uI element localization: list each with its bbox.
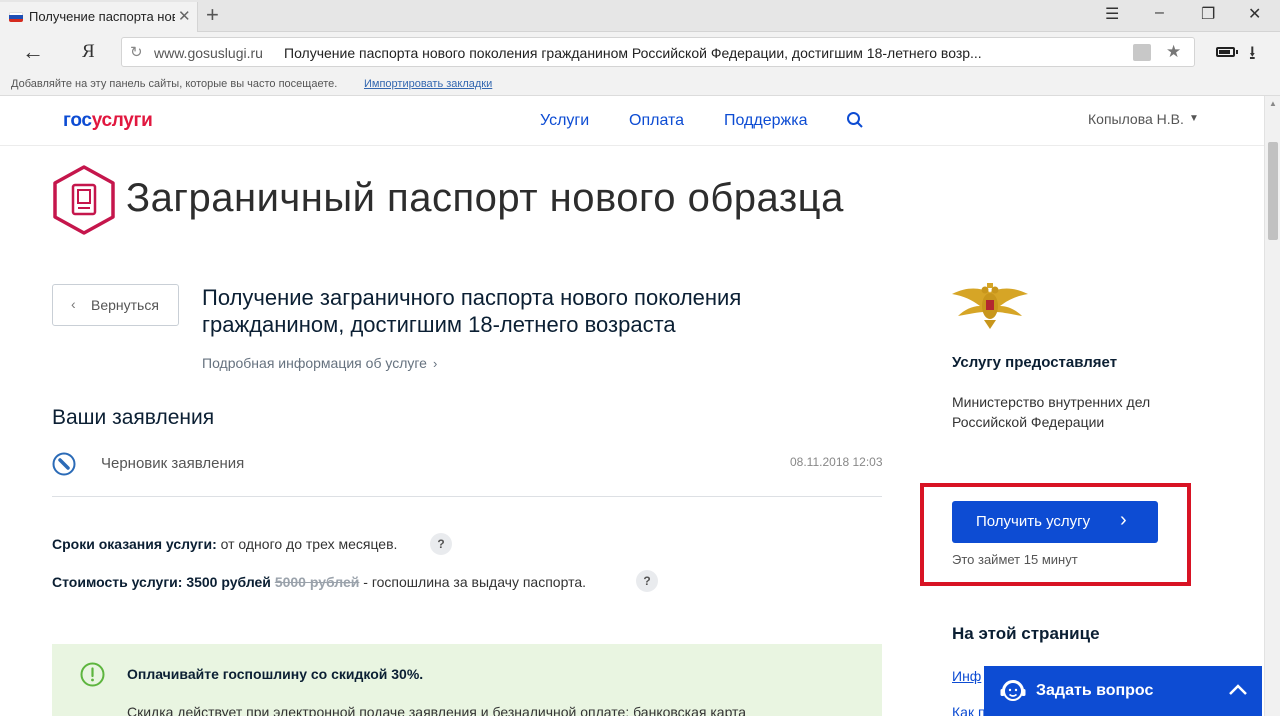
tab-title: Получение паспорта нового поколения <box>29 9 175 24</box>
on-page-link-info[interactable]: Инф <box>952 668 981 684</box>
discount-title: Оплачивайте госпошлину со скидкой 30%. <box>127 666 424 682</box>
exclamation-icon <box>80 662 105 687</box>
chevron-right-icon: › <box>1120 509 1127 531</box>
search-icon[interactable] <box>846 111 864 129</box>
site-header: госуслуги Услуги Оплата Поддержка Копыло… <box>0 96 1264 146</box>
more-info-link[interactable]: Подробная информация об услуге › <box>202 355 437 371</box>
provider-heading: Услугу предоставляет <box>952 354 1118 371</box>
new-tab-button[interactable]: + <box>206 2 219 28</box>
user-menu[interactable]: Копылова Н.В. <box>1088 111 1184 127</box>
bookmarks-bar: Добавляйте на эту панель сайты, которые … <box>0 72 1280 96</box>
duration-note: Это займет 15 минут <box>952 552 1078 567</box>
cost-label: Стоимость услуги: <box>52 574 183 590</box>
url-field[interactable]: ↻ www.gosuslugi.ru Получение паспорта но… <box>121 37 1195 67</box>
download-icon[interactable]: ⭳ <box>1249 39 1256 71</box>
mvd-emblem-icon <box>952 283 1028 329</box>
scrollbar[interactable]: ▲ <box>1264 96 1280 716</box>
bookmarks-hint: Добавляйте на эту панель сайты, которые … <box>11 78 338 90</box>
on-page-heading: На этой странице <box>952 624 1100 643</box>
term-label: Сроки оказания услуги: <box>52 536 217 552</box>
browser-tab[interactable]: Получение паспорта нового поколения ✕ <box>0 2 198 32</box>
import-bookmarks-link[interactable]: Импортировать закладки <box>364 78 492 90</box>
draft-application-link[interactable]: Черновик заявления <box>101 455 244 472</box>
cost-note: - госпошлина за выдачу паспорта. <box>363 574 586 590</box>
scroll-up-icon[interactable]: ▲ <box>1269 99 1277 108</box>
menu-icon[interactable]: ☰ <box>1105 4 1119 24</box>
russian-flag-icon <box>9 12 23 22</box>
page-content: госуслуги Услуги Оплата Поддержка Копыло… <box>0 96 1264 716</box>
chevron-left-icon: ‹ <box>71 296 76 312</box>
discount-notice: Оплачивайте госпошлину со скидкой 30%. С… <box>52 644 882 716</box>
ask-question-label: Задать вопрос <box>1036 682 1154 699</box>
draft-pencil-icon <box>52 452 76 476</box>
provider-name: Министерство внутренних дел Российской Ф… <box>952 394 1151 430</box>
applications-heading: Ваши заявления <box>52 406 215 429</box>
bookmark-star-icon[interactable]: ★ <box>1166 42 1181 62</box>
ask-question-widget[interactable]: Задать вопрос <box>984 666 1262 716</box>
back-arrow-icon[interactable]: ← <box>22 39 44 65</box>
cost-old: 5000 рублей <box>274 574 360 590</box>
service-term: Сроки оказания услуги: от одного до трех… <box>52 536 397 552</box>
browser-tab-bar: Получение паспорта нового поколения ✕ + … <box>0 0 1280 32</box>
chevron-up-icon[interactable] <box>1226 678 1250 702</box>
discount-text: Скидка действует при электронной подаче … <box>127 704 747 716</box>
draft-date: 08.11.2018 12:03 <box>790 455 883 469</box>
reader-mode-icon[interactable] <box>1133 44 1151 61</box>
tab-close-icon[interactable]: ✕ <box>178 7 191 25</box>
logo-part-gos: гос <box>63 110 92 131</box>
window-close-icon[interactable]: ✕ <box>1248 4 1261 24</box>
passport-icon <box>53 165 115 235</box>
cost-new: 3500 рублей <box>186 574 271 590</box>
battery-icon[interactable] <box>1216 47 1238 57</box>
chevron-down-icon[interactable]: ▼ <box>1189 113 1199 124</box>
minimize-icon[interactable]: – <box>1155 4 1164 22</box>
url-page-title: Получение паспорта нового поколения граж… <box>284 45 982 61</box>
page-title: Заграничный паспорт нового образца <box>126 176 844 220</box>
gosuslugi-logo[interactable]: госуслуги <box>63 110 153 132</box>
logo-part-uslugi: услуги <box>91 110 153 131</box>
get-service-label: Получить услугу <box>976 513 1091 530</box>
nav-support[interactable]: Поддержка <box>724 112 807 130</box>
url-domain: www.gosuslugi.ru <box>154 45 263 61</box>
yandex-button[interactable]: Я <box>82 41 95 63</box>
address-bar: ← Я ↻ www.gosuslugi.ru Получение паспорт… <box>0 32 1280 72</box>
back-button-label: Вернуться <box>91 297 159 313</box>
more-info-label: Подробная информация об услуге <box>202 355 427 371</box>
cost-help-icon[interactable]: ? <box>636 570 658 592</box>
term-help-icon[interactable]: ? <box>430 533 452 555</box>
nav-services[interactable]: Услуги <box>540 112 589 130</box>
divider <box>52 496 882 497</box>
nav-payment[interactable]: Оплата <box>629 112 684 130</box>
term-value: от одного до трех месяцев. <box>220 536 398 552</box>
service-title: Получение заграничного паспорта нового п… <box>202 285 742 337</box>
get-service-button[interactable]: Получить услугу › <box>952 501 1158 543</box>
back-button[interactable]: ‹ Вернуться <box>52 284 179 326</box>
on-page-link-how[interactable]: Как п <box>952 704 986 716</box>
restore-icon[interactable]: ❐ <box>1201 4 1215 24</box>
reload-icon[interactable]: ↻ <box>130 43 143 61</box>
service-cost: Стоимость услуги: 3500 рублей 5000 рубле… <box>52 574 586 590</box>
support-agent-icon <box>1000 680 1026 701</box>
chevron-right-icon: › <box>432 356 438 371</box>
scroll-thumb[interactable] <box>1268 142 1278 240</box>
